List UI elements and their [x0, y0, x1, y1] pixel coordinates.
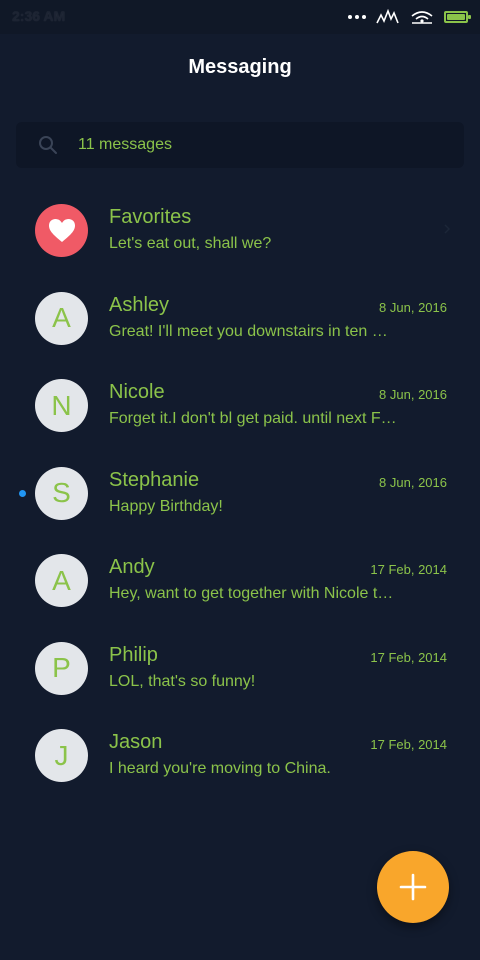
status-bar: 2:36 AM	[0, 0, 480, 34]
list-item-jason[interactable]: J Jason 17 Feb, 2014 I heard you're movi…	[0, 711, 480, 799]
messaging-screen: 2:36 AM Messaging 11 messages Favorites …	[0, 0, 480, 960]
status-time: 2:36 AM	[12, 8, 66, 24]
avatar: P	[35, 641, 88, 695]
message-date: 17 Feb, 2014	[370, 562, 447, 577]
message-date: 17 Feb, 2014	[370, 737, 447, 752]
avatar: N	[35, 379, 88, 432]
message-preview: Forget it.I don't bl get paid. until nex…	[109, 410, 399, 427]
contact-name: Andy	[109, 556, 155, 578]
page-title: Messaging	[188, 56, 292, 78]
conversation-list: Favorites Let's eat out, shall we? A Ash…	[0, 186, 480, 799]
new-message-button[interactable]	[377, 851, 449, 923]
unread-indicator	[19, 489, 26, 497]
list-item-ashley[interactable]: A Ashley 8 Jun, 2016 Great! I'll meet yo…	[0, 274, 480, 362]
chevron-right-icon	[444, 224, 451, 234]
contact-name: Nicole	[109, 381, 165, 403]
more-dots-icon	[348, 15, 366, 19]
list-item-nicole[interactable]: N Nicole 8 Jun, 2016 Forget it.I don't b…	[0, 361, 480, 449]
avatar: A	[35, 291, 88, 345]
avatar: A	[35, 554, 88, 607]
message-date: 8 Jun, 2016	[379, 387, 447, 402]
plus-icon	[399, 873, 427, 901]
battery-icon	[444, 11, 471, 23]
status-icons	[348, 6, 471, 28]
heart-icon	[48, 218, 75, 242]
avatar: S	[35, 466, 88, 520]
signal-icon	[376, 9, 399, 24]
message-date: 8 Jun, 2016	[379, 474, 447, 490]
contact-name: Ashley	[109, 293, 170, 316]
list-item-stephanie[interactable]: S Stephanie 8 Jun, 2016 Happy Birthday!	[0, 449, 480, 537]
message-preview: LOL, that's so funny!	[109, 672, 256, 690]
wifi-icon	[411, 11, 433, 24]
message-preview: Hey, want to get together with Nicole to…	[109, 585, 399, 602]
list-item-favorites[interactable]: Favorites Let's eat out, shall we?	[0, 186, 480, 274]
contact-name: Favorites	[109, 206, 192, 228]
search-bar[interactable]: 11 messages	[16, 122, 464, 168]
message-date: 8 Jun, 2016	[379, 299, 447, 315]
contact-name: Philip	[109, 643, 158, 666]
list-item-philip[interactable]: P Philip 17 Feb, 2014 LOL, that's so fun…	[0, 624, 480, 712]
message-preview: Great! I'll meet you downstairs in ten m…	[109, 322, 399, 340]
message-date: 17 Feb, 2014	[370, 649, 447, 665]
contact-name: Jason	[109, 731, 163, 753]
avatar: J	[35, 729, 88, 782]
contact-name: Stephanie	[109, 468, 200, 491]
search-icon	[39, 136, 57, 154]
list-item-andy[interactable]: A Andy 17 Feb, 2014 Hey, want to get tog…	[0, 536, 480, 624]
favorites-avatar	[35, 204, 88, 257]
search-input[interactable]: 11 messages	[78, 136, 172, 154]
message-preview: Happy Birthday!	[109, 497, 223, 515]
message-preview: Let's eat out, shall we?	[109, 235, 272, 252]
message-preview: I heard you're moving to China.	[109, 760, 331, 777]
